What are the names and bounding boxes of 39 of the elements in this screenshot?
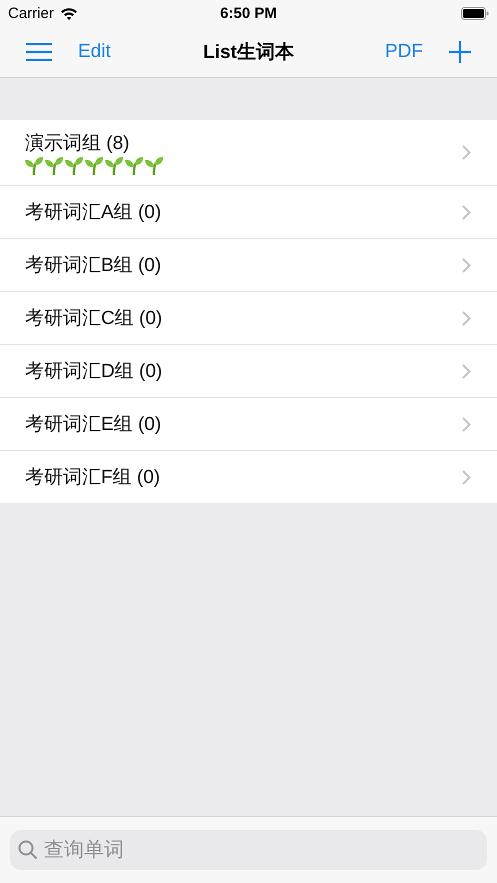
chevron-icon [462, 416, 471, 432]
chevron-icon [462, 470, 471, 484]
sprout-icon [85, 157, 103, 175]
add-icon[interactable] [449, 40, 471, 62]
search-field[interactable]: 查询单词 [10, 830, 487, 870]
chevron-icon [462, 145, 471, 160]
sprout-icon [45, 157, 63, 175]
group-name: 考研词汇C组 (0) [25, 307, 162, 331]
list-item[interactable]: 考研词汇F组 (0) [0, 451, 497, 503]
status-time: 6:50 PM [220, 4, 277, 22]
pdf-button[interactable]: PDF [385, 40, 423, 62]
edit-button[interactable]: Edit [78, 40, 111, 62]
list-item[interactable]: 考研词汇E组 (0) [0, 398, 497, 451]
battery-icon [461, 6, 489, 20]
sprout-icon [25, 157, 43, 175]
group-name: 考研词汇F组 (0) [25, 466, 160, 490]
list-item[interactable]: 考研词汇D组 (0) [0, 345, 497, 398]
group-name: 考研词汇B组 (0) [25, 254, 162, 278]
wifi-icon [60, 6, 78, 20]
chevron-icon [462, 204, 471, 220]
list-item[interactable]: 考研词汇C组 (0) [0, 292, 497, 345]
group-name: 演示词组 (8) [25, 132, 130, 156]
window-title: List生词本 [203, 40, 294, 64]
search-icon [18, 840, 38, 860]
chevron-icon [462, 310, 471, 326]
carrier-label: Carrier [8, 4, 54, 22]
sprout-icon [125, 157, 143, 175]
chevron-icon [462, 364, 471, 378]
menu-icon[interactable] [26, 42, 52, 60]
chevron-icon [462, 258, 471, 272]
group-name: 考研词汇E组 (0) [25, 413, 162, 437]
group-name: 考研词汇A组 (0) [25, 201, 162, 225]
group-name: 考研词汇D组 (0) [25, 360, 162, 384]
list-item[interactable]: 考研词汇A组 (0) [0, 186, 497, 239]
sprout-icon [65, 157, 83, 175]
sprout-icon [145, 157, 163, 175]
sprout-icon [105, 157, 123, 175]
list-item[interactable]: 演示词组 (8) [0, 120, 497, 186]
list-item[interactable]: 考研词汇B组 (0) [0, 239, 497, 292]
